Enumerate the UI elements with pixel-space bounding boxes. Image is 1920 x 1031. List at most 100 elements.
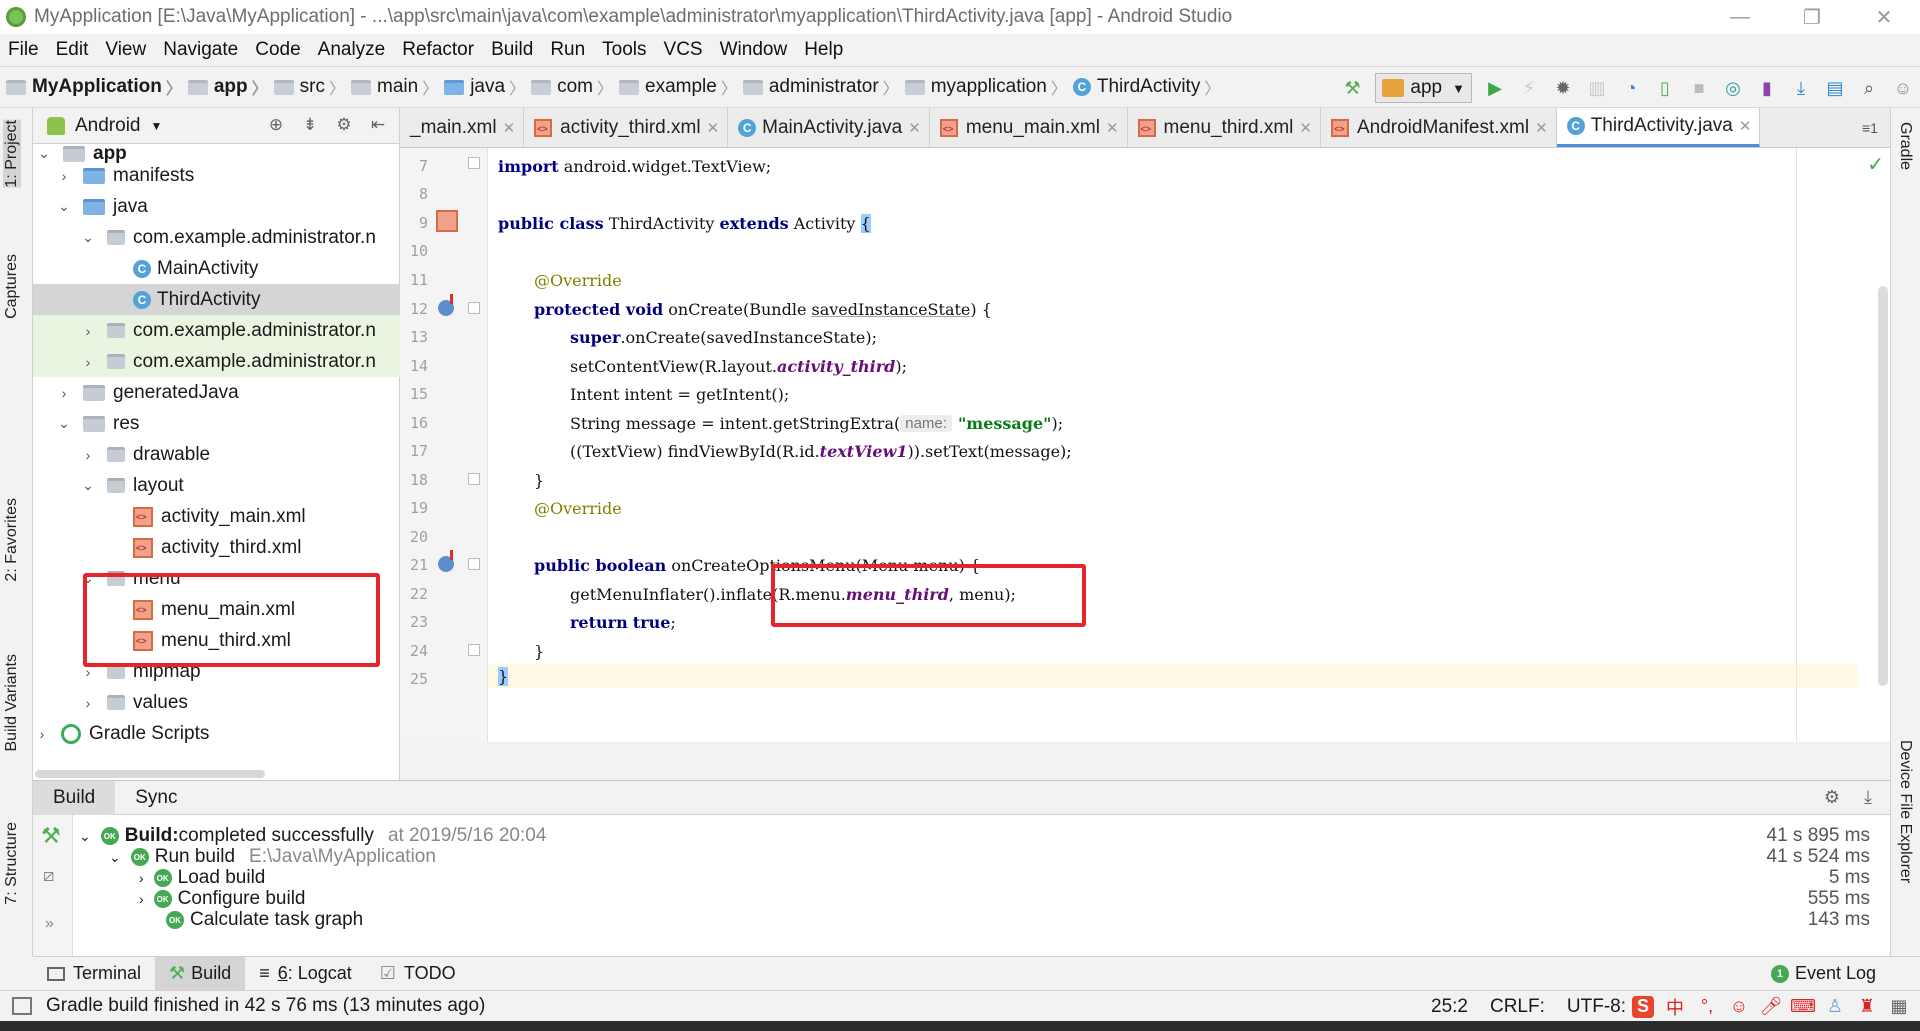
attach-debugger-icon[interactable]: ▯ bbox=[1654, 77, 1676, 99]
toggle-tool-windows-icon[interactable] bbox=[12, 997, 32, 1015]
file-encoding[interactable]: UTF-8: bbox=[1567, 996, 1626, 1018]
terminal-tab[interactable]: Terminal bbox=[33, 957, 155, 991]
collapse-all-icon[interactable]: ⇟ bbox=[299, 114, 321, 136]
tree-item-generatedjava[interactable]: › generatedJava bbox=[33, 377, 400, 408]
menu-view[interactable]: View bbox=[105, 39, 146, 61]
line-separator[interactable]: CRLF: bbox=[1490, 996, 1545, 1018]
menu-refactor[interactable]: Refactor bbox=[402, 39, 474, 61]
locate-icon[interactable]: ⊕ bbox=[265, 114, 287, 136]
project-view-select[interactable]: Android bbox=[75, 115, 141, 137]
chevron-down-icon[interactable]: ⌄ bbox=[79, 828, 91, 845]
close-icon[interactable]: ✕ bbox=[1739, 117, 1752, 135]
keyboard-icon[interactable]: ⌨ bbox=[1790, 996, 1816, 1018]
layout-gutter-icon[interactable] bbox=[436, 210, 458, 232]
build-variants-tool-tab[interactable]: Build Variants bbox=[3, 654, 21, 752]
fold-icon[interactable] bbox=[468, 157, 480, 169]
tree-item-gradle-scripts[interactable]: › Gradle Scripts bbox=[33, 718, 400, 749]
sdk-manager-icon[interactable]: ⤓ bbox=[1790, 77, 1812, 99]
code-editor[interactable]: 7 8 9 10 11 12 13 14 15 16 17 18 19 20 2… bbox=[400, 148, 1890, 742]
user-icon[interactable]: ☺ bbox=[1892, 77, 1914, 99]
tabs-overflow-button[interactable]: ≡1 bbox=[1850, 108, 1890, 147]
menu-run[interactable]: Run bbox=[550, 39, 585, 61]
gear-icon[interactable]: ⚙ bbox=[333, 114, 355, 136]
menu-vcs[interactable]: VCS bbox=[664, 39, 703, 61]
more-icon[interactable]: » bbox=[45, 915, 54, 933]
tree-item-package[interactable]: ⌄ com.example.administrator.n bbox=[33, 222, 400, 253]
chevron-right-icon[interactable]: › bbox=[139, 870, 144, 886]
build-row-task-graph[interactable]: OK Calculate task graph bbox=[166, 907, 363, 933]
punctuation-icon[interactable]: °, bbox=[1696, 996, 1718, 1018]
crumb-app[interactable]: app 〉 bbox=[182, 75, 268, 99]
event-log-tab[interactable]: 1 Event Log bbox=[1757, 957, 1890, 991]
microphone-icon[interactable]: 🎤︎ bbox=[1760, 996, 1783, 1018]
tree-item-mainactivity[interactable]: C MainActivity bbox=[33, 253, 400, 284]
horizontal-scrollbar[interactable] bbox=[35, 770, 265, 778]
stop-icon[interactable]: ■ bbox=[1688, 77, 1710, 99]
profiler-icon[interactable]: ◔ bbox=[1620, 77, 1642, 99]
apply-changes-icon[interactable]: ⚡ bbox=[1518, 77, 1540, 99]
close-icon[interactable]: ✕ bbox=[503, 119, 516, 137]
device-file-explorer-tool-tab[interactable]: Device File Explorer bbox=[1896, 740, 1914, 883]
minimize-button[interactable]: — bbox=[1704, 0, 1776, 34]
todo-tab[interactable]: ☑ TODO bbox=[366, 957, 470, 991]
tab-build[interactable]: Build bbox=[33, 780, 116, 815]
tree-item-layout[interactable]: ⌄ layout bbox=[33, 470, 400, 501]
structure-tool-tab[interactable]: 7: Structure bbox=[3, 822, 21, 905]
crumb-com[interactable]: com 〉 bbox=[525, 75, 613, 99]
close-button[interactable]: ✕ bbox=[1848, 0, 1920, 34]
hide-panel-icon[interactable]: ⇤ bbox=[367, 114, 389, 136]
crumb-src[interactable]: src 〉 bbox=[268, 75, 345, 99]
chevron-right-icon[interactable]: › bbox=[81, 323, 95, 339]
menu-file[interactable]: File bbox=[8, 39, 39, 61]
menu-tools[interactable]: Tools bbox=[602, 39, 646, 61]
toggle-view-icon[interactable]: ⧄ bbox=[43, 865, 54, 886]
caret-position[interactable]: 25:2 bbox=[1431, 996, 1468, 1018]
chevron-down-icon[interactable]: ⌄ bbox=[109, 849, 121, 866]
fold-icon[interactable] bbox=[468, 302, 480, 314]
search-icon[interactable]: ⌕ bbox=[1858, 77, 1880, 99]
chevron-right-icon[interactable]: › bbox=[81, 695, 95, 711]
project-structure-icon[interactable]: ▤ bbox=[1824, 77, 1846, 99]
menu-grid-icon[interactable]: ▦ bbox=[1888, 996, 1910, 1018]
sync-gradle-icon[interactable]: ◎ bbox=[1722, 77, 1744, 99]
menu-code[interactable]: Code bbox=[255, 39, 300, 61]
crumb-thirdactivity[interactable]: C ThirdActivity 〉 bbox=[1067, 75, 1220, 99]
override-marker-icon[interactable] bbox=[438, 294, 454, 316]
skin-icon[interactable]: ♜ bbox=[1856, 996, 1878, 1018]
tab-menu-main-xml[interactable]: menu_main.xml ✕ bbox=[930, 108, 1128, 147]
chevron-down-icon[interactable]: ⌄ bbox=[57, 198, 71, 215]
favorites-tool-tab[interactable]: 2: Favorites bbox=[3, 498, 21, 582]
tree-item-manifests[interactable]: › manifests bbox=[33, 160, 400, 191]
restore-button[interactable]: ❐ bbox=[1776, 0, 1848, 34]
menu-window[interactable]: Window bbox=[720, 39, 788, 61]
menu-build[interactable]: Build bbox=[491, 39, 533, 61]
tab-sync[interactable]: Sync bbox=[115, 781, 197, 815]
avd-manager-icon[interactable]: ▮ bbox=[1756, 77, 1778, 99]
tree-item-activity-third-xml[interactable]: activity_third.xml bbox=[33, 532, 400, 563]
project-tool-tab[interactable]: 1: Project bbox=[3, 120, 21, 188]
tree-item-activity-main-xml[interactable]: activity_main.xml bbox=[33, 501, 400, 532]
menu-analyze[interactable]: Analyze bbox=[318, 39, 386, 61]
run-config-select[interactable]: app ▼ bbox=[1375, 73, 1472, 103]
tree-item-thirdactivity[interactable]: C ThirdActivity bbox=[33, 284, 400, 315]
coverage-icon[interactable]: ▥ bbox=[1586, 77, 1608, 99]
fold-icon[interactable] bbox=[468, 558, 480, 570]
tree-item-drawable[interactable]: › drawable bbox=[33, 439, 400, 470]
crumb-myapplication[interactable]: myapplication 〉 bbox=[899, 75, 1067, 99]
logcat-tab[interactable]: ≡ 6: Logcat bbox=[245, 957, 366, 991]
tab-activity-third-xml[interactable]: activity_third.xml ✕ bbox=[524, 108, 729, 147]
crumb-main[interactable]: main 〉 bbox=[345, 75, 438, 99]
vertical-scrollbar[interactable] bbox=[1878, 286, 1888, 686]
close-icon[interactable]: ✕ bbox=[1535, 119, 1548, 137]
fold-icon[interactable] bbox=[468, 473, 480, 485]
tree-item-java[interactable]: ⌄ java bbox=[33, 191, 400, 222]
build-tab[interactable]: ⚒ Build bbox=[155, 956, 246, 991]
override-marker-icon[interactable] bbox=[438, 550, 454, 572]
chevron-down-icon[interactable]: ⌄ bbox=[57, 415, 71, 432]
tab-androidmanifest-xml[interactable]: AndroidManifest.xml ✕ bbox=[1321, 108, 1557, 147]
chevron-down-icon[interactable]: ⌄ bbox=[81, 477, 95, 494]
captures-tool-tab[interactable]: Captures bbox=[3, 254, 21, 319]
tree-item-res[interactable]: ⌄ res bbox=[33, 408, 400, 439]
debug-icon[interactable]: ✹ bbox=[1552, 77, 1574, 99]
tree-item-values[interactable]: › values bbox=[33, 687, 400, 718]
